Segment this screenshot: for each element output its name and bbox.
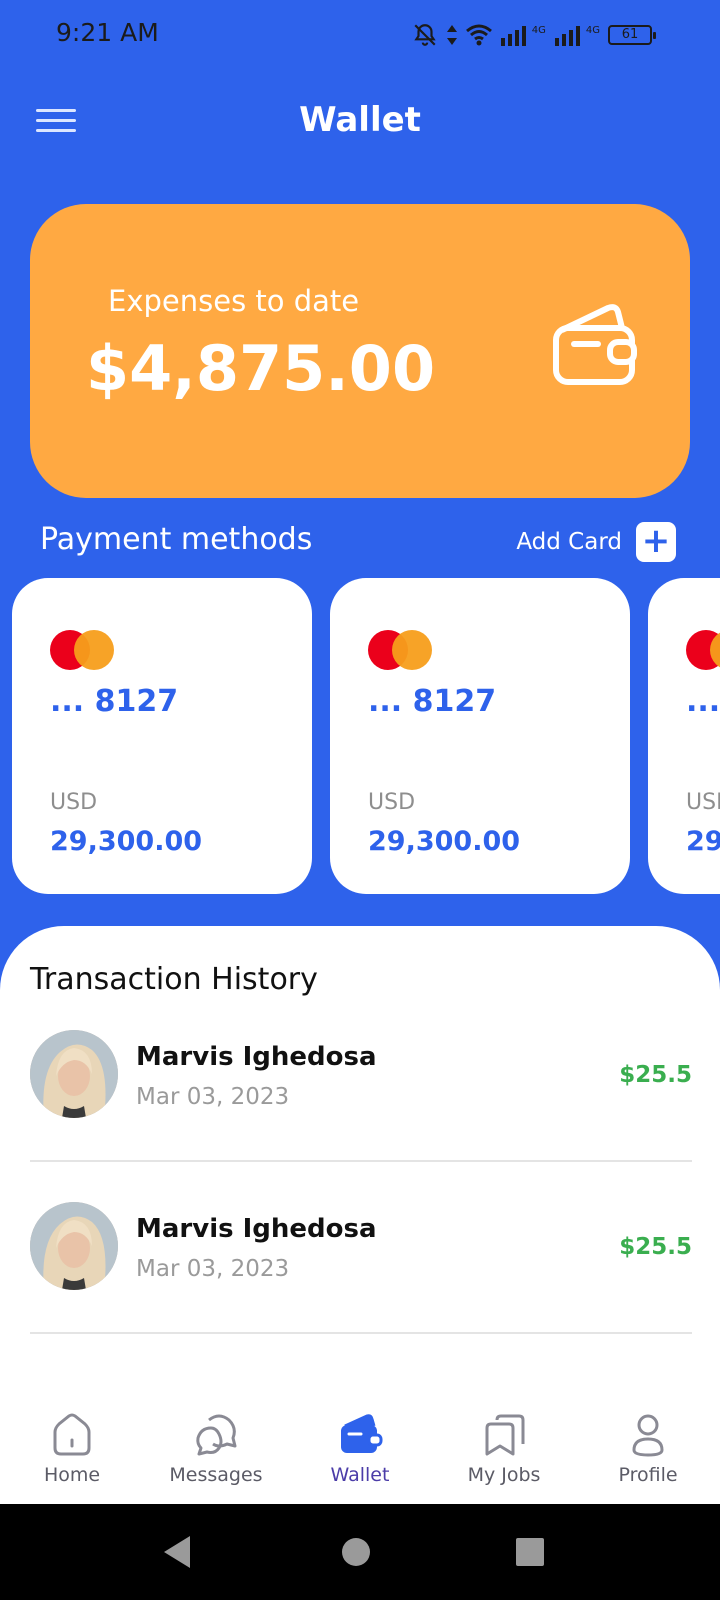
nav-item-home[interactable]: Home	[0, 1376, 144, 1504]
nav-label-profile: Profile	[618, 1464, 678, 1486]
expenses-value: $4,875.00	[86, 332, 436, 405]
avatar	[30, 1030, 118, 1118]
nav-label-my-jobs: My Jobs	[467, 1464, 541, 1486]
bookmarks-icon	[485, 1414, 525, 1456]
profile-icon	[632, 1414, 664, 1457]
avatar	[30, 1202, 118, 1290]
wifi-icon	[465, 24, 492, 46]
bottom-nav: Home Messages Wallet My Jobs Profile	[0, 1376, 720, 1504]
divider	[30, 1160, 692, 1162]
wallet-icon	[553, 304, 637, 385]
payment-cards-carousel[interactable]: ... 8127 USD 29,300.00 ... 8127 USD 29,3…	[12, 578, 720, 894]
payment-card[interactable]: ... 8127 USD 29,300.00	[330, 578, 630, 894]
signal-icon-2	[554, 26, 580, 46]
status-bar: 9:21 AM 4G 4G 61	[0, 0, 720, 70]
mastercard-logo	[686, 630, 720, 670]
nav-item-messages[interactable]: Messages	[144, 1376, 288, 1504]
wallet-icon	[341, 1414, 383, 1453]
card-balance: 29	[686, 826, 720, 857]
network-type-2: 4G	[585, 24, 600, 36]
battery-icon: 61	[608, 25, 656, 45]
card-balance: 29,300.00	[368, 826, 521, 857]
card-number: ... 8127	[368, 684, 497, 719]
mastercard-logo	[368, 630, 434, 670]
home-icon	[53, 1413, 91, 1456]
card-number: ...	[686, 684, 720, 719]
add-card-label[interactable]: Add Card	[516, 529, 622, 555]
card-currency: USD	[368, 790, 416, 815]
nav-item-wallet[interactable]: Wallet	[288, 1376, 432, 1504]
data-arrows-icon	[446, 25, 457, 45]
expenses-label: Expenses to date	[108, 284, 360, 318]
network-type-1: 4G	[531, 24, 546, 36]
transaction-row[interactable]: Marvis Ighedosa Mar 03, 2023 $25.5	[30, 1202, 692, 1378]
home-circle-icon[interactable]	[340, 1534, 372, 1570]
bell-off-icon	[414, 24, 436, 46]
status-icons: 4G 4G 61	[412, 20, 656, 50]
transaction-date: Mar 03, 2023	[136, 1256, 290, 1282]
transaction-name: Marvis Ighedosa	[136, 1214, 377, 1244]
transaction-row[interactable]: Marvis Ighedosa Mar 03, 2023 $25.5	[30, 1030, 692, 1206]
transaction-date: Mar 03, 2023	[136, 1084, 290, 1110]
nav-label-home: Home	[43, 1464, 101, 1486]
payment-card[interactable]: ... 8127 USD 29,300.00	[12, 578, 312, 894]
nav-item-my-jobs[interactable]: My Jobs	[432, 1376, 576, 1504]
card-currency: USD	[50, 790, 98, 815]
transaction-name: Marvis Ighedosa	[136, 1042, 377, 1072]
payment-card[interactable]: ... USD 29	[648, 578, 720, 894]
recents-icon[interactable]	[514, 1534, 546, 1570]
nav-label-messages: Messages	[169, 1464, 263, 1486]
nav-label-wallet: Wallet	[330, 1464, 390, 1486]
nav-item-profile[interactable]: Profile	[576, 1376, 720, 1504]
expenses-card: Expenses to date $4,875.00	[30, 204, 690, 498]
messages-icon	[196, 1414, 237, 1456]
add-card-button[interactable]: Add Card +	[516, 522, 676, 562]
plus-icon[interactable]: +	[636, 522, 676, 562]
signal-icon	[500, 26, 526, 46]
card-currency: USD	[686, 790, 720, 815]
payment-methods-title: Payment methods	[40, 522, 313, 557]
back-icon[interactable]	[160, 1534, 194, 1570]
divider	[30, 1332, 692, 1334]
system-nav-bar	[0, 1504, 720, 1600]
card-balance: 29,300.00	[50, 826, 203, 857]
page-title: Wallet	[299, 100, 421, 140]
transaction-amount: $25.5	[619, 1062, 692, 1088]
transaction-amount: $25.5	[619, 1234, 692, 1260]
card-number: ... 8127	[50, 684, 179, 719]
transaction-history-title: Transaction History	[30, 962, 318, 997]
mastercard-logo	[50, 630, 116, 670]
status-time: 9:21 AM	[56, 18, 159, 47]
